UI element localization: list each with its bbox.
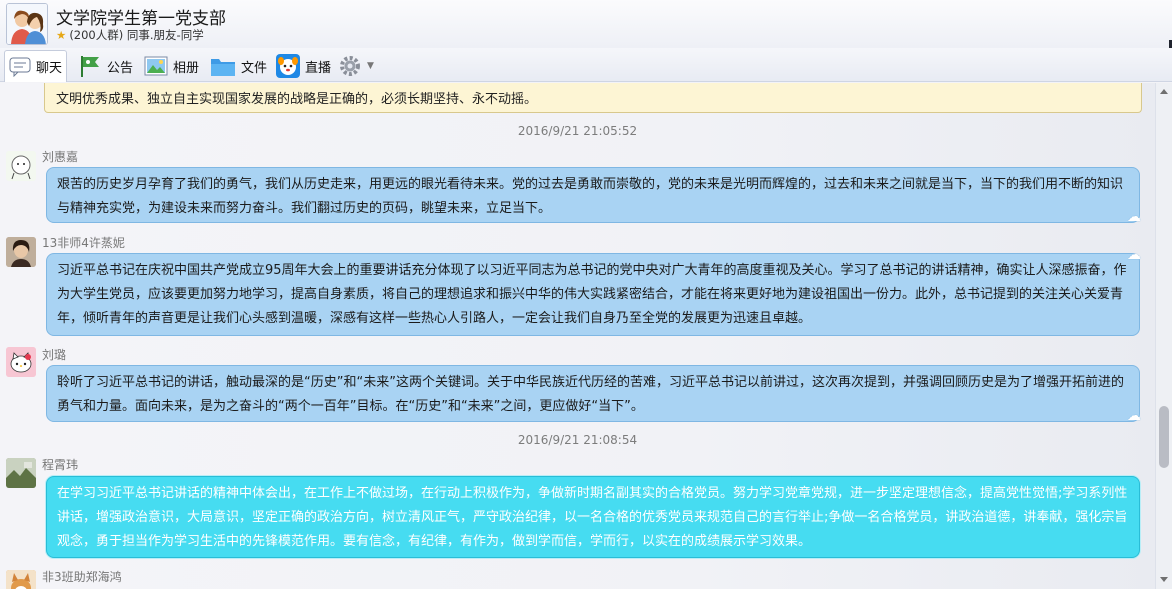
message-text: 艰苦的历史岁月孕育了我们的勇气，我们从历史走来，用更远的眼光看待未来。党的过去是… — [57, 177, 1124, 216]
avatar[interactable] — [6, 347, 36, 377]
message-text: 在学习习近平总书记讲话的精神中体会出，在工作上不做过场，在行动上积极作为，争做新… — [57, 486, 1128, 549]
cloud-decoration-icon: ☁ — [1127, 408, 1141, 424]
tab-files[interactable]: 文件 — [206, 51, 271, 81]
chat-history[interactable]: 文明优秀成果、独立自主实现国家发展的战略是正确的，必须长期坚持、永不动摇。 20… — [0, 83, 1155, 589]
sender-name[interactable]: 刘璐 — [42, 346, 66, 363]
tab-files-label: 文件 — [241, 60, 268, 76]
sender-name[interactable]: 刘惠嘉 — [42, 148, 78, 165]
scroll-down-arrow-icon[interactable] — [1160, 577, 1168, 582]
gear-icon — [338, 54, 362, 78]
chat-header: 文学院学生第一党支部 ★ (200人群) 同事.朋友-同学 — [0, 0, 1172, 48]
toolbar: 聊天 公告 相册 文件 直播 ▼ — [0, 48, 1172, 82]
avatar[interactable] — [6, 237, 36, 267]
group-people-icon — [7, 4, 47, 44]
group-avatar[interactable] — [6, 3, 48, 45]
tab-album-label: 相册 — [173, 60, 200, 76]
tab-chat[interactable]: 聊天 — [4, 50, 68, 82]
tab-live-label: 直播 — [305, 60, 332, 76]
tab-announcement-label: 公告 — [107, 60, 134, 76]
tab-chat-label: 聊天 — [36, 61, 63, 76]
tab-live[interactable]: 直播 — [272, 51, 335, 81]
chat-scrollbar[interactable] — [1155, 83, 1172, 589]
timestamp: 2016/9/21 21:08:54 — [517, 433, 638, 447]
cloud-decoration-icon: ☁ — [1127, 209, 1141, 225]
avatar[interactable] — [6, 458, 36, 488]
chat-bubble-icon — [9, 57, 31, 77]
girl-photo-avatar-icon — [6, 237, 36, 267]
message-text: 习近平总书记在庆祝中国共产党成立95周年大会上的重要讲话充分体现了以习近平同志为… — [57, 263, 1127, 326]
scroll-thumb[interactable] — [1159, 406, 1169, 468]
photo-icon — [144, 55, 168, 77]
landscape-photo-avatar-icon — [6, 458, 36, 488]
message-bubble[interactable]: 聆听了习近平总书记的讲话，触动最深的是“历史”和“未来”这两个关键词。关于中华民… — [46, 365, 1141, 424]
avatar[interactable] — [6, 151, 36, 181]
settings-button[interactable]: ▼ — [334, 51, 378, 81]
group-title: 文学院学生第一党支部 — [56, 9, 226, 29]
chevron-down-icon: ▼ — [367, 61, 374, 71]
announcement-banner: 文明优秀成果、独立自主实现国家发展的战略是正确的，必须长期坚持、永不动摇。 — [44, 83, 1142, 113]
message-text: 聆听了习近平总书记的讲话，触动最深的是“历史”和“未来”这两个关键词。关于中华民… — [57, 375, 1124, 414]
message-bubble[interactable]: 在学习习近平总书记讲话的精神中体会出，在工作上不做过场，在行动上积极作为，争做新… — [46, 476, 1140, 558]
flag-icon — [78, 54, 102, 78]
announcement-text: 文明优秀成果、独立自主实现国家发展的战略是正确的，必须长期坚持、永不动摇。 — [56, 92, 538, 107]
live-dog-icon — [276, 54, 300, 78]
hello-kitty-avatar-icon — [6, 347, 36, 377]
message-bubble[interactable]: 艰苦的历史岁月孕育了我们的勇气，我们从历史走来，用更远的眼光看待未来。党的过去是… — [46, 167, 1141, 225]
tab-album[interactable]: 相册 — [140, 51, 203, 81]
group-info: (200人群) 同事.朋友-同学 — [69, 28, 204, 42]
group-subtitle: ★ (200人群) 同事.朋友-同学 — [56, 27, 204, 43]
shiba-avatar-icon — [6, 570, 36, 589]
message-bubble[interactable]: 习近平总书记在庆祝中国共产党成立95周年大会上的重要讲话充分体现了以习近平同志为… — [46, 248, 1141, 336]
timestamp: 2016/9/21 21:05:52 — [517, 124, 638, 138]
cloud-decoration-icon: ☁ — [1127, 247, 1141, 263]
sheep-avatar-icon — [6, 151, 36, 181]
sender-name[interactable]: 程霄玮 — [42, 456, 78, 473]
folder-icon — [210, 55, 236, 77]
avatar[interactable] — [6, 570, 36, 589]
scroll-up-arrow-icon[interactable] — [1160, 89, 1168, 94]
sender-name[interactable]: 13非师4许蒸妮 — [42, 234, 125, 251]
tab-announcement[interactable]: 公告 — [74, 51, 137, 81]
sender-name[interactable]: 非3班助郑海鸿 — [42, 568, 122, 585]
star-icon: ★ — [56, 28, 67, 42]
